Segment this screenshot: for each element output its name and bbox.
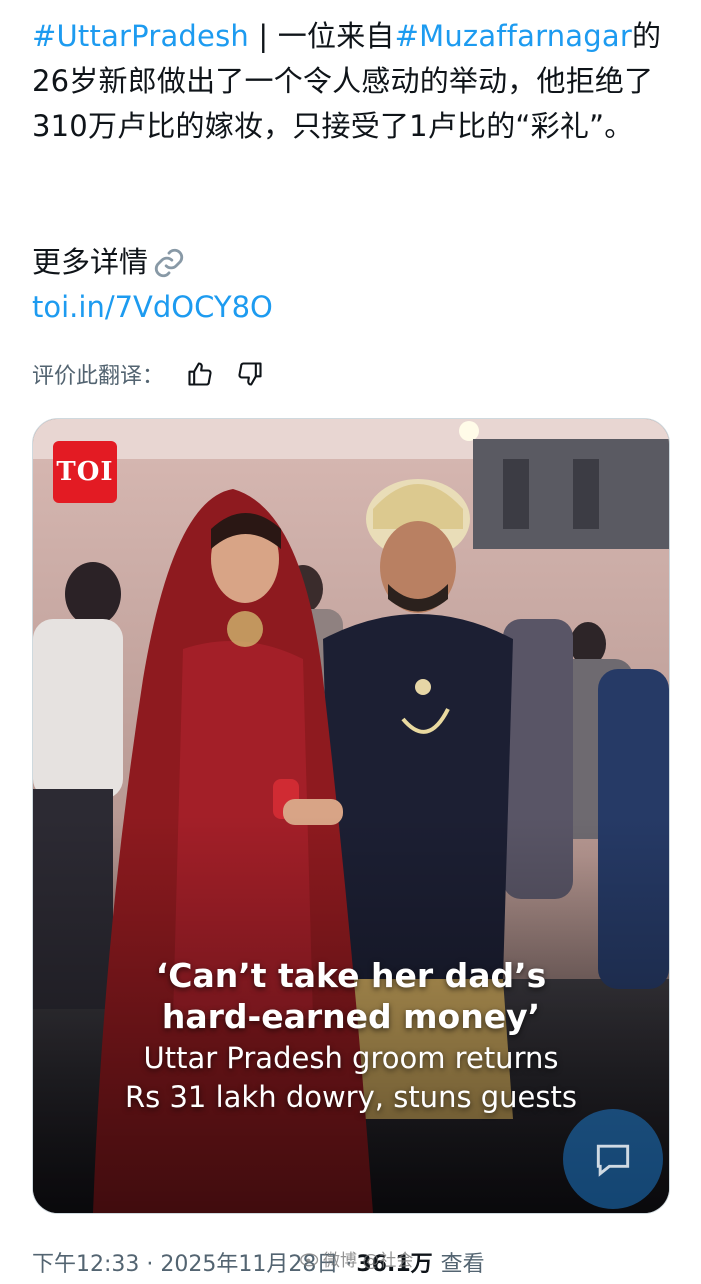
thumbs-up-icon[interactable] xyxy=(186,360,214,388)
subheadline-line-1: Uttar Pradesh groom returns xyxy=(143,1041,559,1075)
headline-line-2: hard-earned money’ xyxy=(161,997,541,1036)
watermark-text: 微博 @社会 xyxy=(323,1251,414,1271)
tweet-meta: 下午12:33 · 2025年11月28日 · 36.1万 查看 xyxy=(32,1240,485,1284)
headline-line-1: ‘Can’t take her dad’s xyxy=(155,956,547,995)
watermark: 微博 @社会 xyxy=(300,1246,413,1271)
media-headline: ‘Can’t take her dad’s hard-earned money’ xyxy=(33,955,669,1037)
tweet-text-part: | 一位来自 xyxy=(248,19,395,53)
more-details-label: 更多详情 xyxy=(32,245,149,279)
media-image[interactable]: TOI ‘Can’t take her dad’s hard-earned mo… xyxy=(32,418,670,1214)
rate-translation-label: 评价此翻译： xyxy=(32,364,165,389)
chat-bubble-icon xyxy=(591,1137,635,1181)
toi-logo: TOI xyxy=(53,441,117,503)
floating-chat-button[interactable] xyxy=(563,1109,663,1209)
hashtag-muzaffarnagar[interactable]: #Muzaffarnagar xyxy=(395,19,632,53)
tweet-text: #UttarPradesh | 一位来自#Muzaffarnagar的26岁新郎… xyxy=(32,14,672,149)
view-count-label: 查看 xyxy=(440,1252,485,1277)
subheadline-line-2: Rs 31 lakh dowry, stuns guests xyxy=(125,1080,577,1114)
more-details: 更多详情 xyxy=(32,240,186,285)
hashtag-uttarpradesh[interactable]: #UttarPradesh xyxy=(32,19,249,53)
link-icon xyxy=(152,246,186,280)
weibo-icon xyxy=(300,1251,320,1267)
media-subheadline: Uttar Pradesh groom returns Rs 31 lakh d… xyxy=(33,1039,669,1117)
rate-translation: 评价此翻译： xyxy=(32,354,264,394)
article-link[interactable]: toi.in/7VdOCY8O xyxy=(32,287,273,327)
toi-logo-text: TOI xyxy=(56,457,114,487)
thumbs-down-icon[interactable] xyxy=(236,360,264,388)
